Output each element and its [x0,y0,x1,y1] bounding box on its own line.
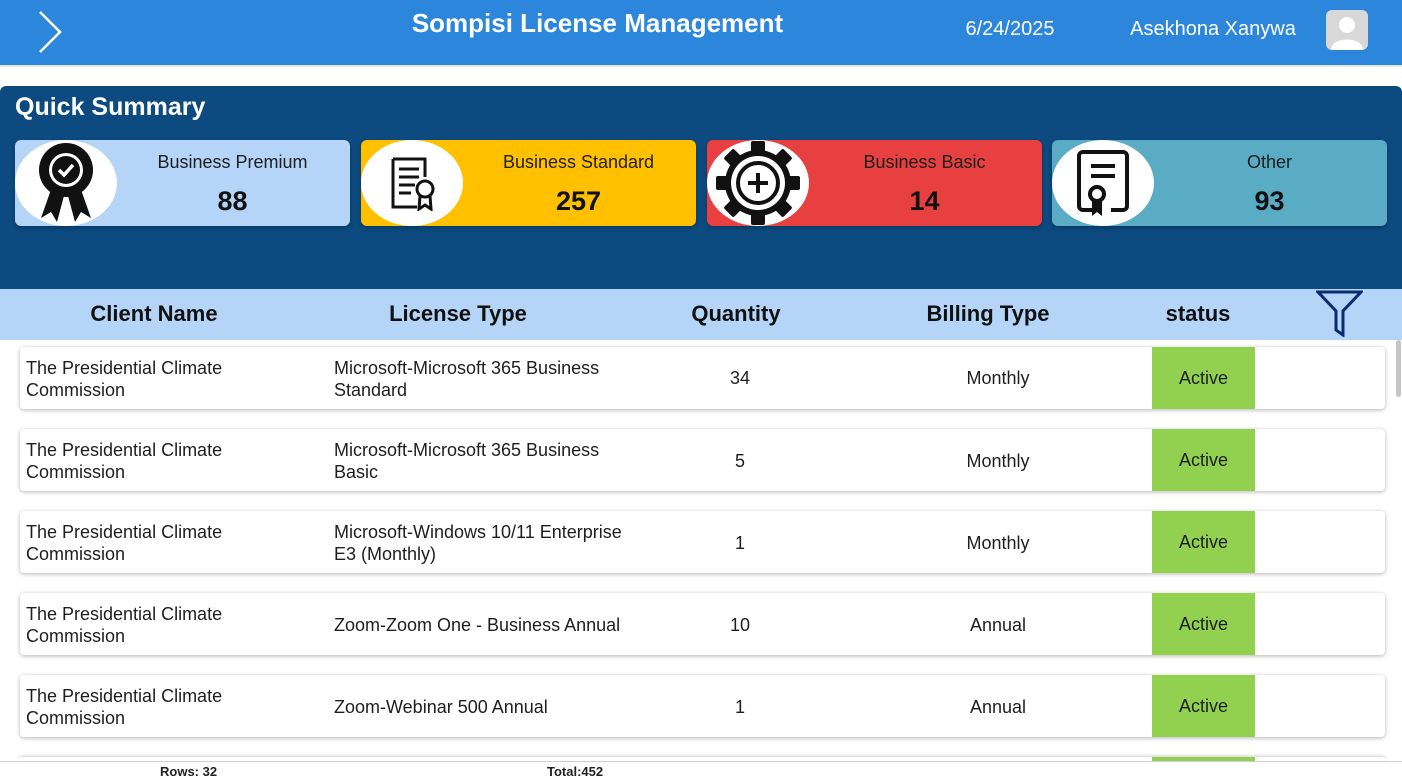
card-other[interactable]: Other 93 [1052,140,1387,226]
card-icon-circle [707,140,809,226]
billing-type-cell: Monthly [966,451,1030,471]
license-type-cell: Zoom-Webinar 500 Annual [334,697,548,717]
user-icon [1331,17,1363,50]
award-ribbon-icon [39,143,93,222]
status-badge: Active [1152,675,1255,737]
status-badge: Active [1152,429,1255,491]
billing-type-cell: Monthly [966,368,1030,388]
client-name-cell: The Presidential Climate Commission [26,604,223,646]
status-badge: Active [1152,347,1255,409]
card-icon-circle [15,140,117,226]
total-quantity: Total:452 [547,764,604,779]
scrollbar-track[interactable] [1396,340,1402,760]
filter-icon[interactable] [1314,289,1365,338]
card-icon-circle [361,140,463,226]
billing-type-cell: Monthly [966,533,1030,553]
quantity-cell: 1 [734,533,745,553]
rows-count: Rows: 32 [160,764,218,779]
card-business-standard[interactable]: Business Standard 257 [361,140,696,226]
footer-divider [0,761,1402,762]
card-value: 93 [1254,186,1285,216]
top-bar-shadow [0,65,1402,68]
chevron-right-icon[interactable] [30,10,70,54]
card-icon-circle [1052,140,1154,226]
table-row[interactable]: The Presidential Climate Commission Micr… [20,347,1385,409]
status-badge: Active [1152,511,1255,573]
column-header-quantity[interactable]: Quantity [666,301,806,327]
table-header: Client Name License Type Quantity Billin… [0,289,1402,340]
column-header-client-name[interactable]: Client Name [54,301,254,327]
table-row[interactable]: The Presidential Climate Commission Micr… [20,429,1385,491]
card-value: 14 [909,186,940,216]
status-badge: Active [1152,593,1255,655]
client-name-cell: The Presidential Climate Commission [26,522,223,564]
card-value: 88 [217,186,248,216]
card-label: Business Basic [863,152,986,172]
table-row[interactable]: The Presidential Climate Commission Zoom… [20,593,1385,655]
certificate-document-icon [391,157,435,211]
user-name: Asekhona Xanywa [1130,18,1296,40]
card-label: Other [1246,152,1293,172]
quantity-cell: 34 [729,368,751,388]
column-header-billing-type[interactable]: Billing Type [908,301,1068,327]
client-name-cell: The Presidential Climate Commission [26,358,223,400]
scrollbar-thumb[interactable] [1396,340,1401,397]
column-header-license-type[interactable]: License Type [358,301,558,327]
avatar[interactable] [1326,10,1368,50]
billing-type-cell: Annual [969,615,1027,635]
card-business-basic[interactable]: Business Basic 14 [707,140,1042,226]
billing-type-cell: Annual [969,697,1027,717]
app-title: Sompisi License Management [411,8,784,38]
card-label: Business Premium [157,152,308,172]
column-header-status[interactable]: status [1148,301,1248,327]
summary-title: Quick Summary [15,93,206,121]
license-type-cell: Microsoft-Microsoft 365 Business Standar… [334,358,600,400]
table-row[interactable]: The Presidential Climate Commission Zoom… [20,675,1385,737]
client-name-cell: The Presidential Climate Commission [26,440,223,482]
quantity-cell: 5 [734,451,745,471]
license-document-icon [1077,150,1129,216]
current-date: 6/24/2025 [965,18,1055,40]
card-business-premium[interactable]: Business Premium 88 [15,140,350,226]
license-type-cell: Microsoft-Microsoft 365 Business Basic [334,440,600,482]
table-row[interactable]: The Presidential Climate Commission Micr… [20,511,1385,573]
license-type-cell: Microsoft-Windows 10/11 Enterprise E3 (M… [334,522,622,564]
card-label: Business Standard [502,152,655,172]
card-value: 257 [555,186,602,216]
client-name-cell: The Presidential Climate Commission [26,686,223,728]
gear-plus-icon [716,141,800,225]
quantity-cell: 1 [734,697,745,717]
license-type-cell: Zoom-Zoom One - Business Annual [334,615,621,635]
quantity-cell: 10 [729,615,751,635]
